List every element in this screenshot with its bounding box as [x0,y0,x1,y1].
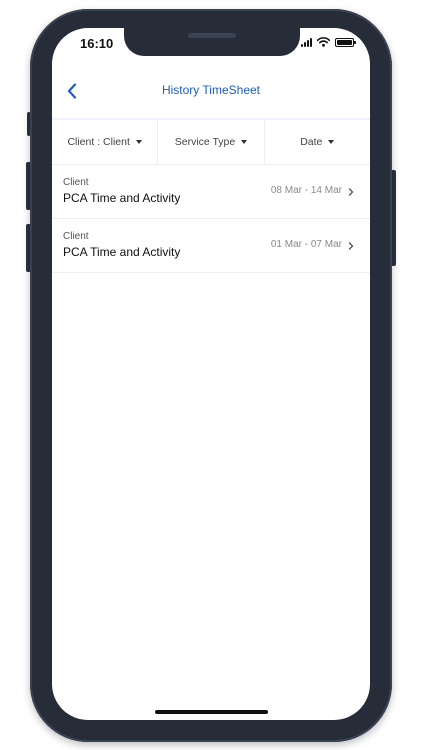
filter-bar: Client : Client Service Type Date [52,120,370,165]
status-icons [301,37,356,47]
date-filter-label: Date [300,136,323,148]
row-date-range: 01 Mar - 07 Mar [270,239,342,250]
battery-level [337,39,352,45]
caret-down-icon [328,140,335,144]
client-filter-label: Client : Client [67,136,130,148]
row-client-label: Client [63,177,89,188]
row-date-range: 08 Mar - 14 Mar [270,185,342,196]
home-indicator[interactable] [155,710,268,714]
service-type-filter-label: Service Type [174,136,236,148]
timesheet-row[interactable]: Client PCA Time and Activity 08 Mar - 14… [52,165,370,219]
chevron-right-icon [348,188,354,196]
battery-icon [335,37,356,47]
notch [124,28,300,56]
speaker-grille [188,33,236,38]
timesheet-list: Client PCA Time and Activity 08 Mar - 14… [52,165,370,273]
client-filter-dropdown[interactable]: Client : Client [52,120,157,164]
phone-frame: 16:10 History TimeSheet Client: Client … [30,9,392,742]
cellular-signal-icon [301,37,312,47]
caret-down-icon [241,140,248,144]
timesheet-row[interactable]: Client PCA Time and Activity 01 Mar - 07… [52,219,370,273]
status-time: 16:10 [80,36,114,51]
chevron-right-icon [348,242,354,250]
row-title: PCA Time and Activity [63,191,181,205]
wifi-icon [317,37,330,47]
app-screen: 16:10 History TimeSheet Client: Client … [52,28,370,720]
row-title: PCA Time and Activity [63,245,181,259]
caret-down-icon [135,140,142,144]
page-title: History TimeSheet [161,83,261,97]
date-filter-dropdown[interactable]: Date [263,120,370,164]
service-type-filter-dropdown[interactable]: Service Type [157,120,263,164]
row-client-label: Client [63,231,89,242]
nav-bar: History TimeSheet [52,66,370,120]
